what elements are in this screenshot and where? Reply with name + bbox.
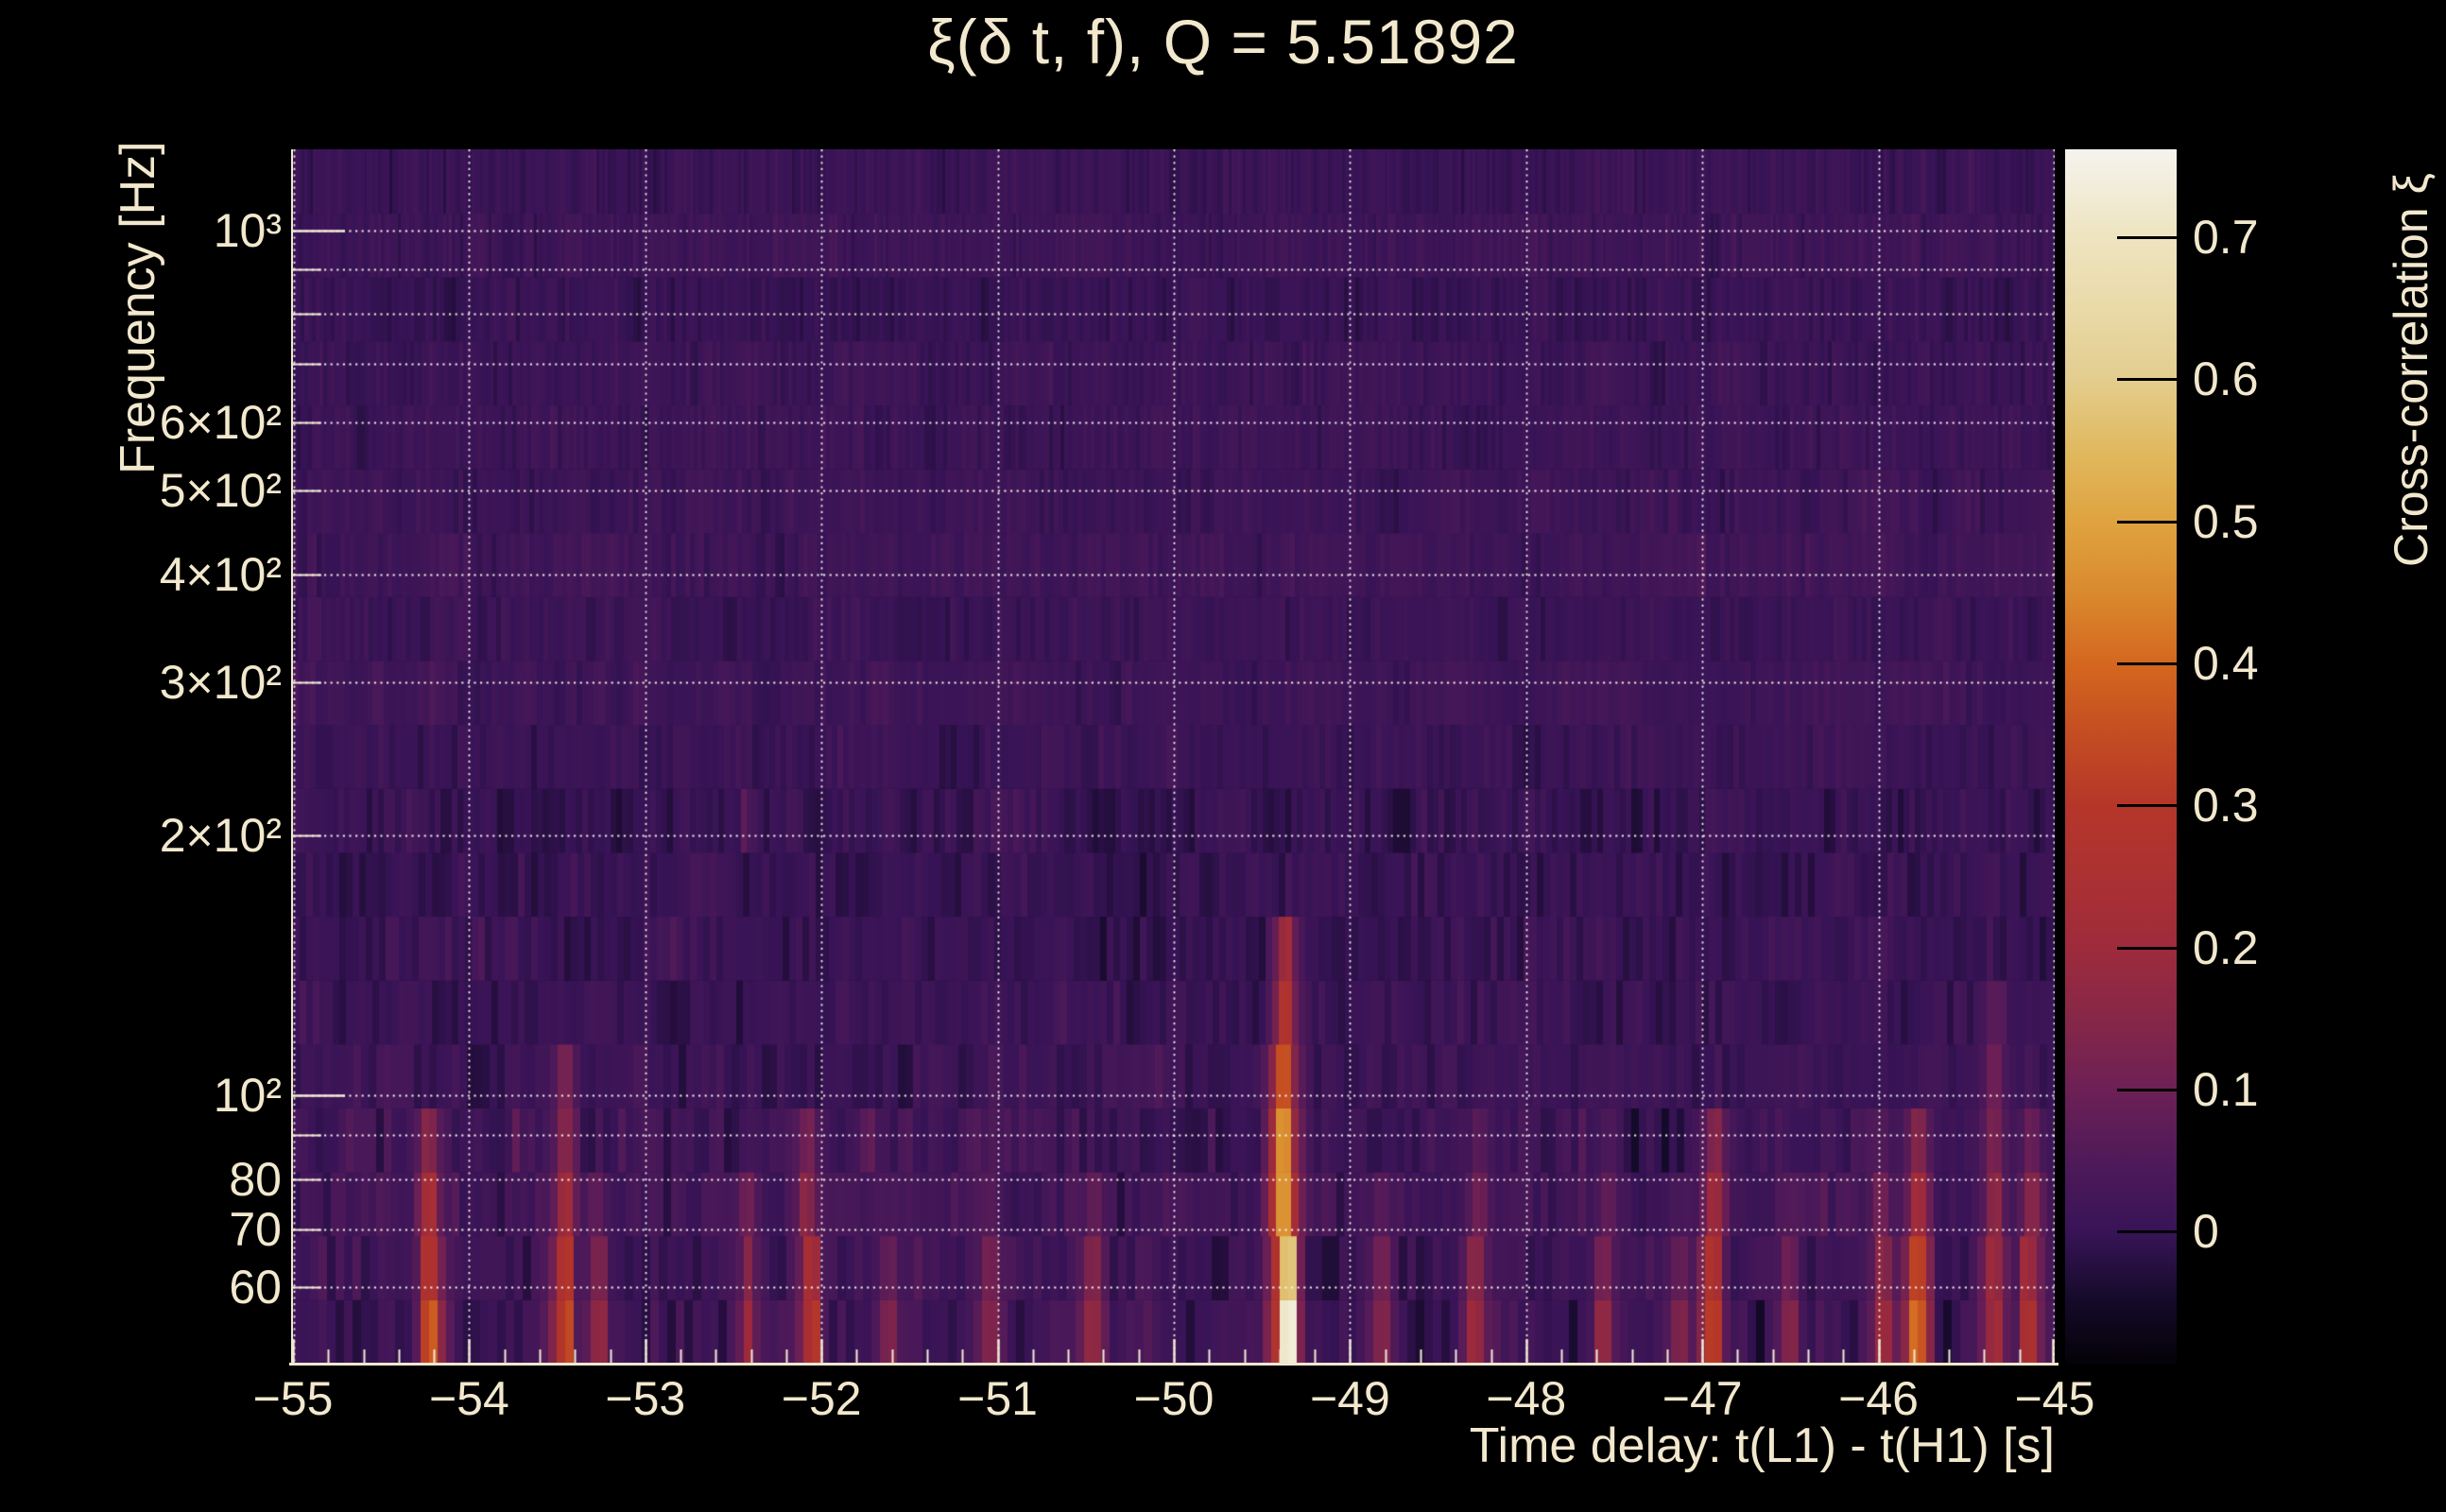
y-tick-label: 6×10² [159,395,282,449]
colorbar-tick [2117,946,2177,950]
x-tick-label: −54 [428,1372,509,1425]
heatmap-plot-area [293,149,2055,1364]
colorbar-gradient [2065,149,2177,1364]
colorbar-tick [2117,804,2177,808]
colorbar-tick-label: 0.6 [2193,352,2259,406]
y-tick-label: 10² [213,1069,282,1123]
colorbar-tick [2117,236,2177,240]
x-tick-label: −52 [781,1372,862,1425]
y-tick-label: 10³ [213,203,282,257]
y-tick-label: 5×10² [159,464,282,518]
colorbar-tick [2117,1088,2177,1091]
x-tick-label: −49 [1309,1372,1390,1425]
colorbar-tick-label: 0.2 [2193,920,2259,974]
y-tick-label: 80 [229,1153,282,1207]
colorbar-tick-label: 0 [2193,1205,2219,1259]
root-canvas: ξ(δ t, f), Q = 5.51892 10³ 6×10² 5×10² 4×10… [0,0,2446,1512]
y-tick-label: 3×10² [159,656,282,710]
colorbar-title: Cross-correlation ξ [2385,173,2437,567]
cross-correlation-heatmap [293,149,2055,1364]
x-tick-label: −55 [252,1372,334,1425]
x-axis-title: Time delay: t(L1) - t(H1) [s] [1469,1418,2055,1473]
colorbar-tick [2117,520,2177,524]
colorbar-tick-label: 0.4 [2193,637,2259,691]
x-tick-label: −47 [1662,1372,1743,1425]
y-tick-label: 2×10² [159,808,282,862]
y-tick-label: 60 [229,1261,282,1314]
y-axis-line [291,149,293,1366]
colorbar-tick [2117,378,2177,382]
x-tick-label: −48 [1486,1372,1567,1425]
y-axis-title: Frequency [Hz] [111,141,165,474]
colorbar-tick-label: 0.1 [2193,1062,2259,1116]
colorbar-tick-label: 0.7 [2193,211,2259,265]
y-tick-label: 70 [229,1203,282,1257]
y-tick-label: 4×10² [159,547,282,601]
x-tick-label: −53 [605,1372,686,1425]
x-tick-label: −45 [2014,1372,2095,1425]
x-axis-line [289,1363,2058,1366]
colorbar-tick [2117,662,2177,666]
colorbar-tick-label: 0.5 [2193,494,2259,548]
x-tick-label: −50 [1133,1372,1214,1425]
colorbar-tick-label: 0.3 [2193,779,2259,833]
page-title: ξ(δ t, f), Q = 5.51892 [927,7,1519,77]
x-tick-label: −51 [957,1372,1038,1425]
x-tick-label: −46 [1838,1372,1919,1425]
colorbar-tick [2117,1230,2177,1234]
